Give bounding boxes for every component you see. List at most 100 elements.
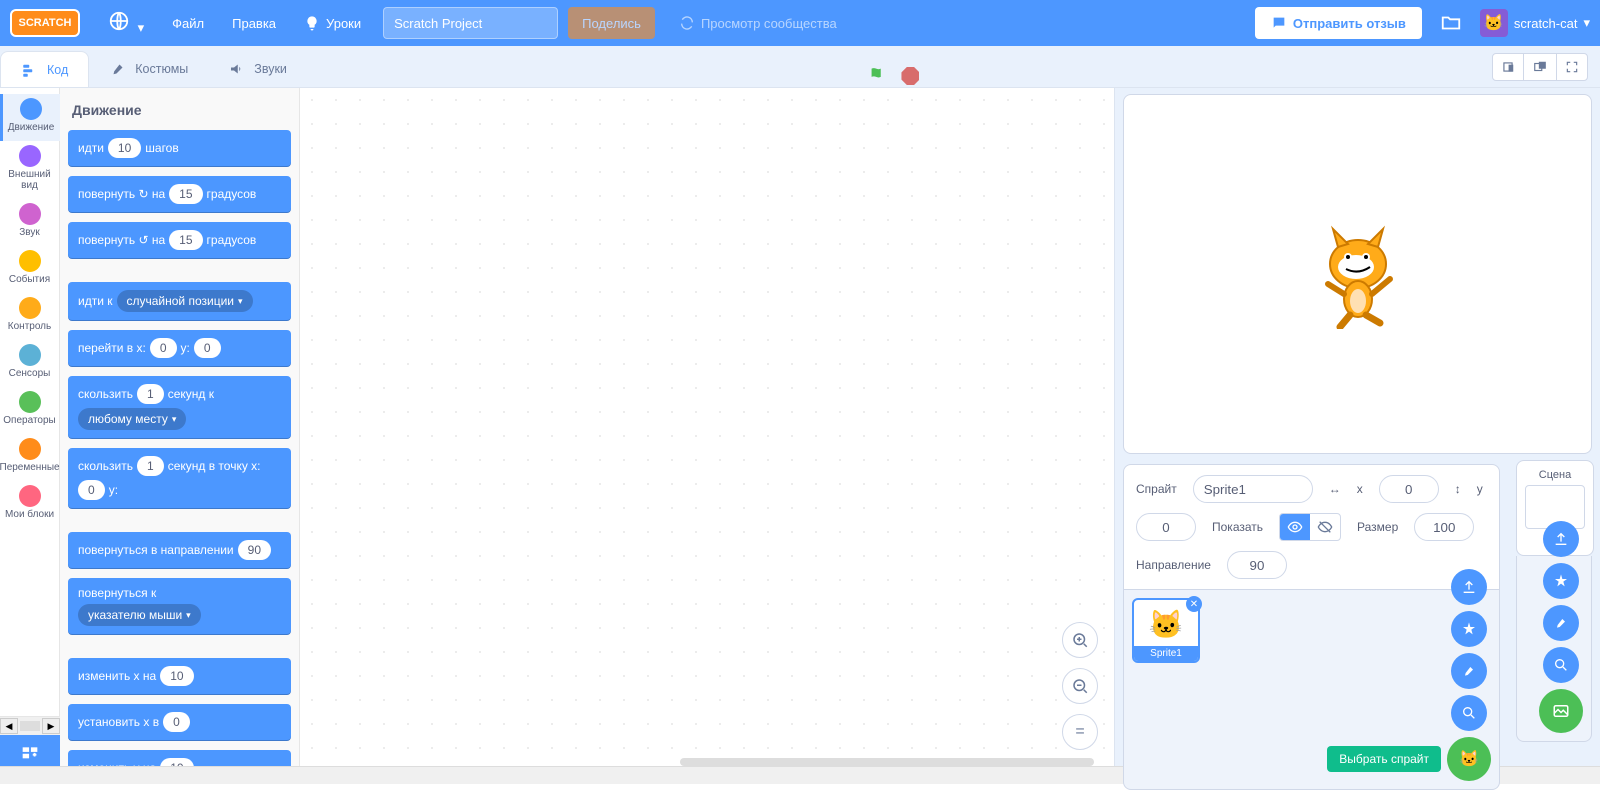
stage-fullscreen[interactable] [1556, 53, 1588, 81]
block-turn-ccw[interactable]: повернуть ↺ на15градусов [68, 222, 291, 258]
block-input[interactable]: 0 [150, 338, 177, 358]
block-input[interactable]: 0 [163, 712, 190, 732]
block-input[interactable]: 15 [169, 184, 202, 204]
category-operators[interactable]: Операторы [0, 387, 60, 434]
add-backdrop-button[interactable] [1539, 689, 1583, 733]
block-dropdown[interactable]: любому месту [78, 408, 186, 430]
show-sprite-button[interactable] [1280, 514, 1310, 540]
sprite-size-input[interactable] [1414, 513, 1474, 541]
image-icon [1552, 702, 1570, 720]
stage-size-large[interactable] [1524, 53, 1556, 81]
block-glide-to[interactable]: скользить1секунд клюбому месту [68, 376, 291, 438]
y-label: y [1477, 482, 1483, 496]
green-flag-button[interactable] [867, 65, 889, 87]
feedback-label: Отправить отзыв [1293, 16, 1406, 31]
block-input[interactable]: 10 [160, 666, 193, 686]
share-button[interactable]: Поделись [568, 7, 655, 39]
sprite-surprise-button[interactable] [1451, 611, 1487, 647]
category-sound[interactable]: Звук [0, 199, 60, 246]
file-menu[interactable]: Файл [158, 16, 218, 31]
block-set-x[interactable]: установить x в0 [68, 704, 291, 740]
my-stuff-button[interactable] [1440, 12, 1462, 34]
block-input[interactable]: 0 [78, 480, 105, 500]
block-input[interactable]: 0 [194, 338, 221, 358]
tab-costumes[interactable]: Костюмы [89, 51, 208, 87]
sprite-search-button[interactable] [1451, 695, 1487, 731]
backdrop-surprise-button[interactable] [1543, 563, 1579, 599]
extension-icon [19, 740, 41, 762]
edit-menu[interactable]: Правка [218, 16, 290, 31]
star-icon [1553, 573, 1569, 589]
stage[interactable] [1123, 94, 1592, 454]
sprite-cat[interactable] [1308, 219, 1408, 329]
zoom-in-button[interactable] [1062, 622, 1098, 658]
category-control[interactable]: Контроль [0, 293, 60, 340]
scroll-left-button[interactable]: ◀ [0, 718, 18, 734]
block-goto[interactable]: идти кслучайной позиции [68, 282, 291, 320]
block-input[interactable]: 90 [238, 540, 271, 560]
hide-sprite-button[interactable] [1310, 514, 1340, 540]
zoom-out-button[interactable] [1062, 668, 1098, 704]
see-community-button[interactable]: Просмотр сообщества [665, 15, 851, 31]
scroll-right-button[interactable]: ▶ [42, 718, 60, 734]
sprite-x-input[interactable] [1379, 475, 1439, 503]
language-menu[interactable]: ▾ [94, 10, 158, 36]
sprite-paint-button[interactable] [1451, 653, 1487, 689]
category-events[interactable]: События [0, 246, 60, 293]
block-change-y[interactable]: изменить y на10 [68, 750, 291, 766]
extension-button[interactable] [0, 735, 60, 766]
category-looks[interactable]: Внешний вид [0, 141, 60, 199]
project-title-input[interactable]: Scratch Project [383, 7, 558, 39]
delete-sprite-button[interactable]: ✕ [1186, 596, 1202, 612]
block-input[interactable]: 10 [108, 138, 141, 158]
block-move-steps[interactable]: идти10шагов [68, 130, 291, 166]
scratch-logo[interactable]: SCRATCH [10, 9, 80, 37]
tutorials-button[interactable]: Уроки [290, 15, 375, 31]
category-motion[interactable]: Движение [0, 94, 60, 141]
category-sensing[interactable]: Сенсоры [0, 340, 60, 387]
brush-icon [109, 60, 127, 78]
block-glide-xy[interactable]: скользить1секунд в точку x:0y: [68, 448, 291, 508]
block-input[interactable]: 15 [169, 230, 202, 250]
sprite-upload-button[interactable] [1451, 569, 1487, 605]
tab-sounds[interactable]: Звуки [208, 51, 307, 87]
backdrop-paint-button[interactable] [1543, 605, 1579, 641]
avatar-icon: 🐱 [1480, 9, 1508, 37]
block-input[interactable]: 1 [137, 384, 164, 404]
category-label: События [9, 274, 50, 285]
block-dropdown[interactable]: указателю мыши [78, 604, 201, 626]
backdrop-search-button[interactable] [1543, 647, 1579, 683]
stop-button[interactable] [901, 67, 919, 85]
category-scrollbar[interactable]: ◀ ▶ [0, 717, 60, 735]
backdrop-panel [1516, 556, 1592, 742]
block-dropdown[interactable]: случайной позиции [117, 290, 253, 312]
sprite-y-input[interactable] [1136, 513, 1196, 541]
tab-costumes-label: Костюмы [135, 62, 188, 76]
block-turn-cw[interactable]: повернуть ↻ на15градусов [68, 176, 291, 212]
globe-icon [108, 10, 130, 32]
scripts-workspace[interactable]: = [300, 88, 1115, 766]
comment-icon [1271, 15, 1287, 31]
feedback-button[interactable]: Отправить отзыв [1255, 7, 1422, 39]
block-input[interactable]: 10 [160, 758, 193, 766]
block-point-direction[interactable]: повернуться в направлении90 [68, 532, 291, 568]
block-change-x[interactable]: изменить x на10 [68, 658, 291, 694]
block-point-towards[interactable]: повернуться куказателю мыши [68, 578, 291, 634]
stage-size-small[interactable] [1492, 53, 1524, 81]
plus-icon [1071, 631, 1089, 649]
tab-code[interactable]: Код [0, 51, 89, 87]
chevron-down-icon: ▾ [138, 20, 145, 35]
backdrop-upload-button[interactable] [1543, 521, 1579, 557]
sprite-name-input[interactable] [1193, 475, 1313, 503]
category-myblocks[interactable]: Мои блоки [0, 481, 60, 528]
add-sprite-button[interactable]: Выбрать спрайт 🐱 [1447, 737, 1491, 781]
sprite-tile[interactable]: ✕ 🐱 Sprite1 [1132, 598, 1200, 663]
block-input[interactable]: 1 [137, 456, 164, 476]
account-menu[interactable]: 🐱 scratch-cat ▾ [1480, 9, 1590, 37]
zoom-reset-button[interactable]: = [1062, 714, 1098, 750]
category-variables[interactable]: Переменные [0, 434, 60, 481]
search-icon [1461, 705, 1477, 721]
block-gotoxy[interactable]: перейти в x:0y:0 [68, 330, 291, 366]
workspace-scrollbar[interactable] [680, 758, 1094, 766]
sprite-direction-input[interactable] [1227, 551, 1287, 579]
